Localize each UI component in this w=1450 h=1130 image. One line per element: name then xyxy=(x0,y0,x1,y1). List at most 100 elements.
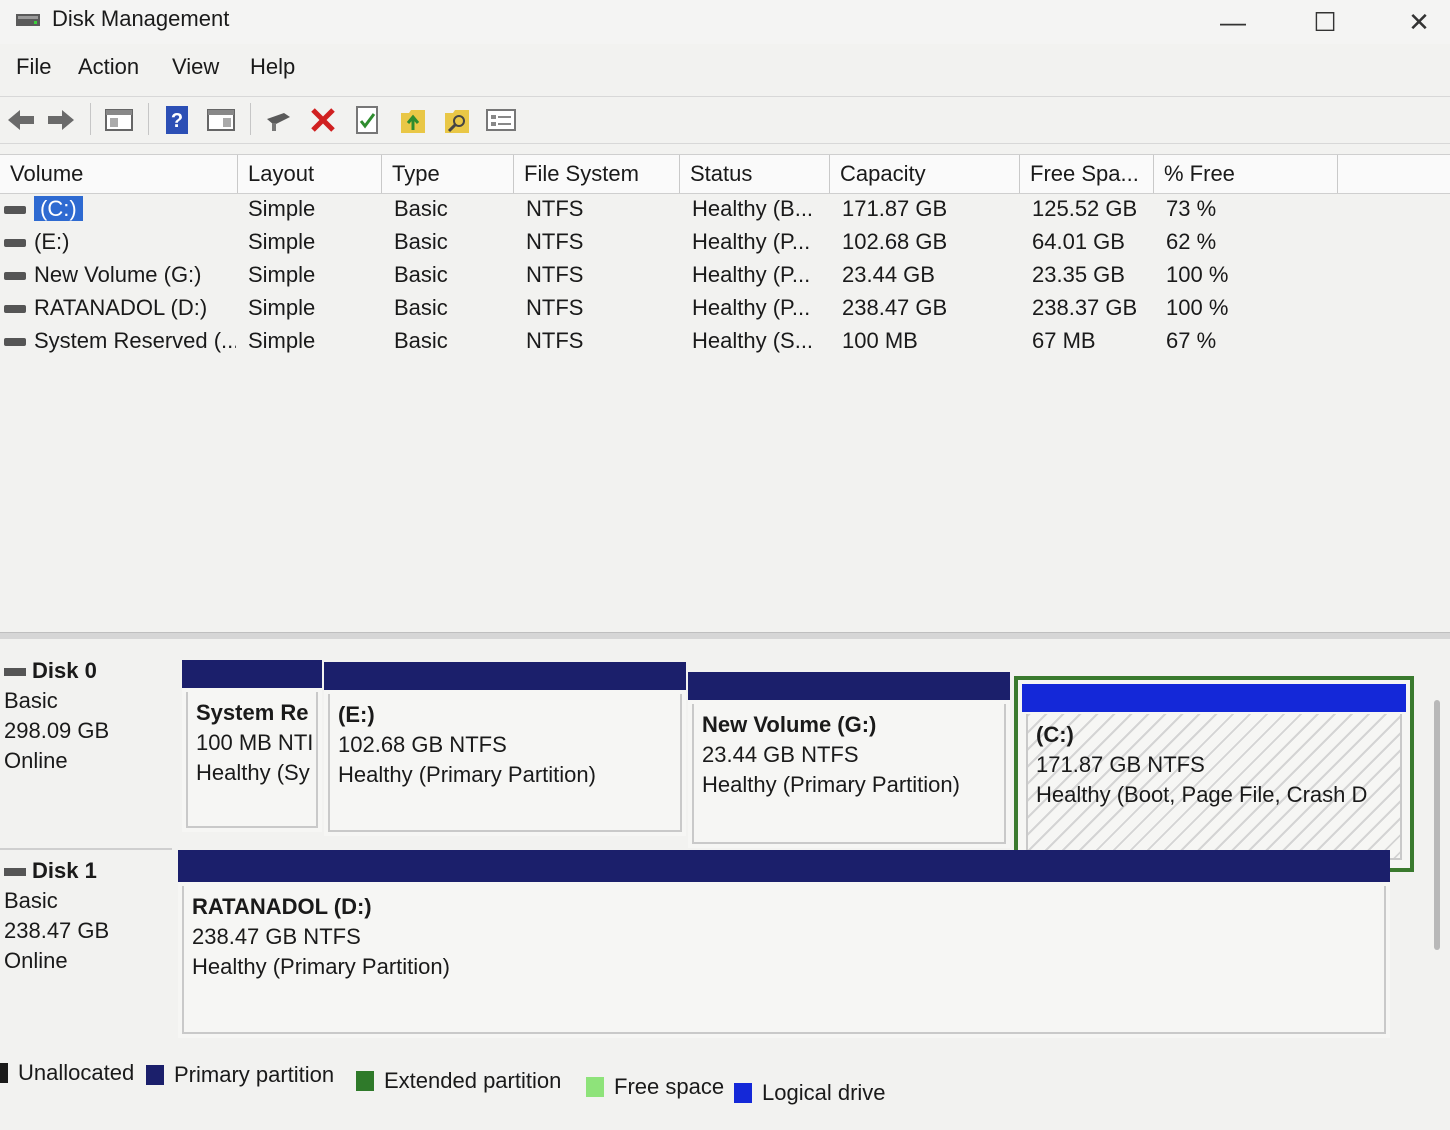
percent-cell: 62 % xyxy=(1166,229,1217,254)
delete-icon[interactable] xyxy=(306,103,340,137)
volume-name: (C:) xyxy=(34,196,83,221)
col-type[interactable]: Type xyxy=(382,155,514,193)
console-tree-icon[interactable] xyxy=(102,103,136,137)
pane-splitter[interactable] xyxy=(0,632,1450,639)
status-cell: Healthy (B... xyxy=(692,196,814,221)
table-row[interactable]: (E:) Simple Basic NTFS Healthy (P... 102… xyxy=(0,225,1450,258)
table-row[interactable]: New Volume (G:) Simple Basic NTFS Health… xyxy=(0,258,1450,291)
capacity-cell: 102.68 GB xyxy=(842,229,948,254)
partition-bar xyxy=(688,672,1010,700)
volume-list: (C:) Simple Basic NTFS Healthy (B... 171… xyxy=(0,192,1450,632)
col-file-system[interactable]: File System xyxy=(514,155,680,193)
partition-bar xyxy=(178,850,1390,882)
free-cell: 238.37 GB xyxy=(1032,295,1138,320)
menu-file[interactable]: File xyxy=(16,54,51,80)
show-hide-icon[interactable] xyxy=(204,103,238,137)
vertical-scrollbar[interactable] xyxy=(1434,700,1440,950)
toolbar-separator xyxy=(90,103,91,135)
fs-cell: NTFS xyxy=(526,262,584,287)
menu-action[interactable]: Action xyxy=(78,54,139,80)
disk-management-app-icon xyxy=(16,14,40,26)
table-row[interactable]: System Reserved (... Simple Basic NTFS H… xyxy=(0,324,1450,357)
volume-name: System Reserved (... xyxy=(34,328,236,353)
status-cell: Healthy (P... xyxy=(692,295,811,320)
disk-icon xyxy=(4,668,26,677)
disk-name: Disk 0 xyxy=(32,658,97,683)
layout-cell: Simple xyxy=(248,328,316,353)
capacity-cell: 100 MB xyxy=(842,328,918,353)
fs-cell: NTFS xyxy=(526,229,584,254)
col-percent-free[interactable]: % Free xyxy=(1154,155,1338,193)
search-icon[interactable] xyxy=(440,103,474,137)
partition-bar xyxy=(324,662,686,690)
free-cell: 23.35 GB xyxy=(1032,262,1125,287)
back-arrow-icon[interactable] xyxy=(4,103,38,137)
percent-cell: 100 % xyxy=(1166,295,1229,320)
fs-cell: NTFS xyxy=(526,196,584,221)
partition-title: (C:) xyxy=(1036,722,1074,747)
disk-1-label[interactable]: Disk 1 Basic 238.47 GB Online xyxy=(0,848,172,976)
capacity-cell: 238.47 GB xyxy=(842,295,948,320)
close-icon: ✕ xyxy=(1408,6,1430,37)
menu-help[interactable]: Help xyxy=(250,54,295,80)
properties-icon[interactable] xyxy=(350,103,384,137)
type-cell: Basic xyxy=(394,328,448,353)
partition-e[interactable]: (E:) 102.68 GB NTFS Healthy (Primary Par… xyxy=(324,662,686,836)
partition-status: Healthy (Primary Partition) xyxy=(192,954,450,979)
export-icon[interactable] xyxy=(396,103,430,137)
percent-cell: 100 % xyxy=(1166,262,1229,287)
help-icon[interactable]: ? xyxy=(160,103,194,137)
partition-d[interactable]: RATANADOL (D:) 238.47 GB NTFS Healthy (P… xyxy=(178,850,1390,1038)
col-volume[interactable]: Volume xyxy=(0,155,238,193)
table-row[interactable]: RATANADOL (D:) Simple Basic NTFS Healthy… xyxy=(0,291,1450,324)
partition-size: 102.68 GB NTFS xyxy=(338,732,507,757)
close-button[interactable]: ✕ xyxy=(1384,0,1450,44)
volume-name: RATANADOL (D:) xyxy=(34,295,208,320)
partition-status: Healthy (Primary Partition) xyxy=(338,762,596,787)
partition-c[interactable]: (C:) 171.87 GB NTFS Healthy (Boot, Page … xyxy=(1014,676,1414,872)
layout-cell: Simple xyxy=(248,295,316,320)
partition-g[interactable]: New Volume (G:) 23.44 GB NTFS Healthy (P… xyxy=(688,672,1010,848)
menu-bar: File Action View Help xyxy=(0,50,1450,86)
col-status[interactable]: Status xyxy=(680,155,830,193)
legend: Unallocated Primary partition Extended p… xyxy=(0,1052,1450,1122)
connect-icon[interactable] xyxy=(262,103,296,137)
partition-title: (E:) xyxy=(338,702,375,727)
type-cell: Basic xyxy=(394,295,448,320)
disk-name: Disk 1 xyxy=(32,858,97,883)
legend-swatch xyxy=(146,1065,164,1085)
table-row[interactable]: (C:) Simple Basic NTFS Healthy (B... 171… xyxy=(0,192,1450,225)
disk-size: 238.47 GB xyxy=(4,918,110,943)
volume-icon xyxy=(4,239,26,248)
partition-bar xyxy=(1022,684,1406,712)
maximize-button[interactable]: ☐ xyxy=(1290,0,1360,44)
col-free-space[interactable]: Free Spa... xyxy=(1020,155,1154,193)
legend-label: Primary partition xyxy=(174,1062,335,1087)
menu-view[interactable]: View xyxy=(172,54,219,80)
forward-arrow-icon[interactable] xyxy=(44,103,78,137)
volume-name: (E:) xyxy=(34,229,70,254)
col-layout[interactable]: Layout xyxy=(238,155,382,193)
disk-0-label[interactable]: Disk 0 Basic 298.09 GB Online xyxy=(0,656,172,776)
fs-cell: NTFS xyxy=(526,328,584,353)
window-title: Disk Management xyxy=(52,6,230,31)
disk-size: 298.09 GB xyxy=(4,718,110,743)
col-capacity[interactable]: Capacity xyxy=(830,155,1020,193)
settings-list-icon[interactable] xyxy=(484,103,518,137)
minimize-icon: — xyxy=(1220,6,1246,37)
legend-unallocated: Unallocated xyxy=(0,1060,134,1086)
layout-cell: Simple xyxy=(248,262,316,287)
minimize-button[interactable]: — xyxy=(1198,0,1268,44)
capacity-cell: 23.44 GB xyxy=(842,262,935,287)
partition-status: Healthy (Primary Partition) xyxy=(702,772,960,797)
percent-cell: 73 % xyxy=(1166,196,1217,221)
volume-icon xyxy=(4,206,26,215)
svg-text:?: ? xyxy=(171,110,183,132)
toolbar: ? xyxy=(0,96,1450,144)
capacity-cell: 171.87 GB xyxy=(842,196,948,221)
type-cell: Basic xyxy=(394,196,448,221)
partition-system-reserved[interactable]: System Re 100 MB NTI Healthy (Sy xyxy=(182,660,322,832)
partition-status: Healthy (Boot, Page File, Crash D xyxy=(1036,782,1368,807)
partition-size: 23.44 GB NTFS xyxy=(702,742,859,767)
layout-cell: Simple xyxy=(248,196,316,221)
